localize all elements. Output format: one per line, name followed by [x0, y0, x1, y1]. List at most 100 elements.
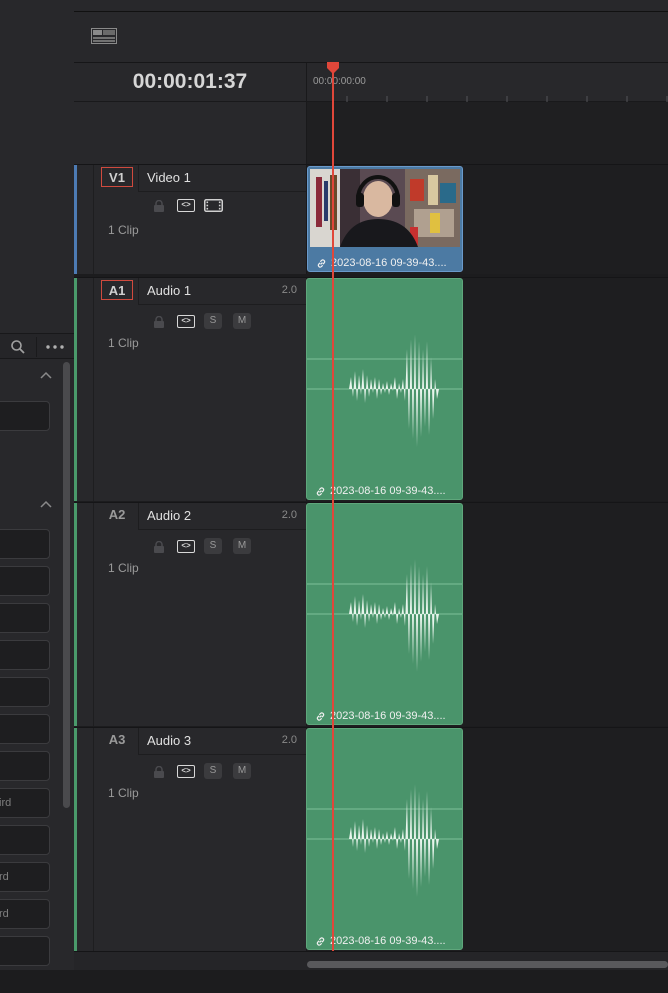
clip-name: 2023-08-16 09-39-43....	[330, 935, 446, 947]
track-id-a3[interactable]: A3	[101, 730, 133, 750]
link-icon	[317, 258, 326, 268]
track-header-audio-3[interactable]: A3 Audio 3 2.0 <> S M 1 Clip	[74, 727, 306, 951]
audio-clip-2[interactable]: 2023-08-16 09-39-43....	[306, 503, 463, 725]
track-id-a1[interactable]: A1	[101, 280, 133, 300]
auto-track-icon[interactable]: <>	[177, 765, 195, 778]
solo-button[interactable]: S	[204, 538, 222, 554]
lock-icon[interactable]	[153, 315, 165, 328]
film-icon[interactable]	[204, 199, 223, 212]
link-icon	[316, 486, 325, 496]
audio-clip-1[interactable]: 2023-08-16 09-39-43....	[306, 278, 463, 500]
audio-waveform	[307, 559, 462, 672]
lock-icon[interactable]	[153, 540, 165, 553]
track-name[interactable]: Audio 1	[147, 283, 191, 298]
track-separator	[138, 278, 139, 304]
lock-icon[interactable]	[153, 199, 165, 212]
track-channel-format: 2.0	[281, 509, 297, 521]
timeline-toolbar	[74, 12, 668, 63]
track-separator	[93, 728, 94, 951]
audio-waveform	[307, 784, 462, 897]
track-separator	[138, 754, 306, 755]
inspector-field[interactable]: rd	[0, 862, 50, 892]
clip-label: 2023-08-16 09-39-43....	[315, 935, 446, 947]
clip-name: 2023-08-16 09-39-43....	[330, 710, 446, 722]
ruler-timecode-label: 00:00:00:00	[313, 76, 366, 87]
track-name[interactable]: Audio 3	[147, 733, 191, 748]
timeline-horizontal-scrollbar[interactable]	[307, 961, 668, 968]
inspector-field[interactable]	[0, 566, 50, 596]
clip-label: 2023-08-16 09-39-43....	[316, 257, 447, 269]
auto-track-icon[interactable]: <>	[177, 315, 195, 328]
timeline-top-edge	[74, 0, 668, 12]
clip-name: 2023-08-16 09-39-43....	[331, 257, 447, 269]
track-header-spacer	[74, 102, 306, 164]
inspector-field[interactable]: rd	[0, 899, 50, 929]
inspector-field[interactable]	[0, 603, 50, 633]
current-timecode[interactable]: 00:00:01:37	[74, 70, 306, 94]
auto-track-icon[interactable]: <>	[177, 199, 195, 212]
track-header-audio-2[interactable]: A2 Audio 2 2.0 <> S M 1 Clip	[74, 502, 306, 726]
timeline-spacer	[306, 102, 668, 164]
link-icon	[316, 711, 325, 721]
inspector-field[interactable]	[0, 529, 50, 559]
track-separator	[93, 278, 94, 501]
more-icon[interactable]	[45, 334, 65, 363]
video-clip[interactable]: 2023-08-16 09-39-43....	[307, 166, 463, 272]
inspector-field[interactable]	[0, 401, 50, 431]
track-clip-count: 1 Clip	[108, 336, 139, 350]
inspector-field[interactable]: ird	[0, 788, 50, 818]
mute-button[interactable]: M	[233, 763, 251, 779]
solo-button[interactable]: S	[204, 313, 222, 329]
track-separator	[93, 503, 94, 726]
chevron-up-icon[interactable]	[40, 500, 52, 512]
track-clip-count: 1 Clip	[108, 786, 139, 800]
inspector-scrollbar[interactable]	[63, 362, 70, 808]
audio-waveform	[307, 334, 462, 447]
audio-clip-3[interactable]: 2023-08-16 09-39-43....	[306, 728, 463, 950]
mute-button[interactable]: M	[233, 538, 251, 554]
inspector-field[interactable]	[0, 677, 50, 707]
track-color-bar	[74, 165, 77, 274]
layout-icon[interactable]	[91, 28, 117, 44]
link-icon	[316, 936, 325, 946]
chevron-up-icon[interactable]	[40, 371, 52, 383]
track-separator	[138, 503, 139, 529]
track-channel-format: 2.0	[281, 284, 297, 296]
toolbar-divider	[36, 337, 37, 357]
inspector-field[interactable]	[0, 640, 50, 670]
solo-button[interactable]: S	[204, 763, 222, 779]
clip-label: 2023-08-16 09-39-43....	[315, 710, 446, 722]
track-separator	[138, 529, 306, 530]
playhead-icon[interactable]	[326, 61, 340, 74]
playhead[interactable]	[332, 66, 334, 960]
inspector-field[interactable]	[0, 936, 50, 966]
auto-track-icon[interactable]: <>	[177, 540, 195, 553]
track-id-a2[interactable]: A2	[101, 505, 133, 525]
track-name[interactable]: Audio 2	[147, 508, 191, 523]
track-color-bar	[74, 278, 77, 501]
track-color-bar	[74, 728, 77, 951]
inspector-field[interactable]	[0, 825, 50, 855]
track-separator	[138, 304, 306, 305]
track-color-bar	[74, 503, 77, 726]
inspector-toolbar	[0, 333, 74, 359]
mute-button[interactable]: M	[233, 313, 251, 329]
track-clip-count: 1 Clip	[108, 223, 139, 237]
track-separator	[138, 191, 306, 192]
track-id-v1[interactable]: V1	[101, 167, 133, 187]
inspector-field[interactable]	[0, 714, 50, 744]
status-strip	[0, 970, 668, 993]
lock-icon[interactable]	[153, 765, 165, 778]
track-channel-format: 2.0	[281, 734, 297, 746]
search-icon[interactable]	[10, 334, 26, 363]
inspector-field[interactable]	[0, 751, 50, 781]
track-separator	[138, 728, 139, 754]
track-header-audio-1[interactable]: A1 Audio 1 2.0 <> S M 1 Clip	[74, 277, 306, 501]
track-header-video-1[interactable]: V1 Video 1 <> 1 Clip	[74, 164, 306, 274]
track-separator	[93, 165, 94, 274]
track-clip-count: 1 Clip	[108, 561, 139, 575]
clip-name: 2023-08-16 09-39-43....	[330, 485, 446, 497]
track-name[interactable]: Video 1	[147, 170, 191, 185]
clip-label: 2023-08-16 09-39-43....	[315, 485, 446, 497]
track-separator	[138, 165, 139, 191]
